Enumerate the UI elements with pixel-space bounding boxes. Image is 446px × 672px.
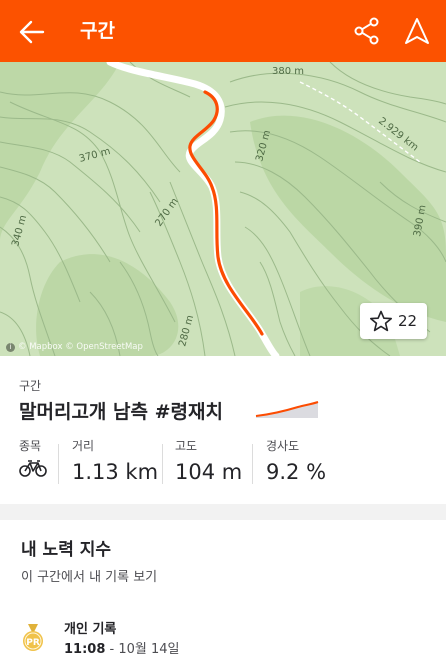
section-label: 구간 — [19, 379, 42, 393]
map-attribution[interactable]: i © Mapbox © OpenStreetMap — [6, 342, 143, 352]
stat-value-grade: 9.2 % — [266, 460, 327, 484]
pr-medal-icon: PR — [23, 624, 43, 651]
stat-value-elevation: 104 m — [175, 460, 243, 484]
app-bar: 구간 — [0, 0, 446, 62]
stat-label-distance: 거리 — [72, 439, 95, 453]
pr-date: - 10월 14일 — [105, 642, 180, 657]
effort-title: 내 노력 지수 — [21, 540, 112, 560]
stat-label-grade: 경사도 — [266, 439, 300, 453]
star-button[interactable]: 22 — [360, 303, 427, 339]
stat-divider — [162, 444, 163, 484]
pr-record[interactable]: 11:08 - 10월 14일 — [64, 640, 179, 660]
contour-label: 380 m — [272, 66, 304, 77]
pr-time: 11:08 — [64, 642, 106, 657]
stat-label-elevation: 고도 — [175, 439, 198, 453]
share-icon[interactable] — [352, 16, 382, 46]
stat-label-sport: 종목 — [19, 439, 42, 453]
pr-badge-text: PR — [26, 638, 40, 648]
stat-value-distance: 1.13 km — [72, 460, 159, 484]
star-count: 22 — [398, 312, 418, 330]
info-icon: i — [6, 343, 15, 352]
back-arrow-icon[interactable] — [18, 18, 46, 46]
segment-name: 말머리고개 남측 #령재치 — [19, 401, 223, 423]
star-icon — [370, 310, 392, 332]
effort-subtitle[interactable]: 이 구간에서 내 기록 보기 — [21, 568, 157, 588]
stat-divider — [58, 444, 59, 484]
pr-title: 개인 기록 — [64, 622, 117, 637]
stat-divider — [252, 444, 253, 484]
navigate-icon[interactable] — [402, 16, 432, 46]
bike-icon — [19, 460, 47, 477]
page-title: 구간 — [80, 20, 115, 42]
elevation-profile — [255, 401, 319, 418]
